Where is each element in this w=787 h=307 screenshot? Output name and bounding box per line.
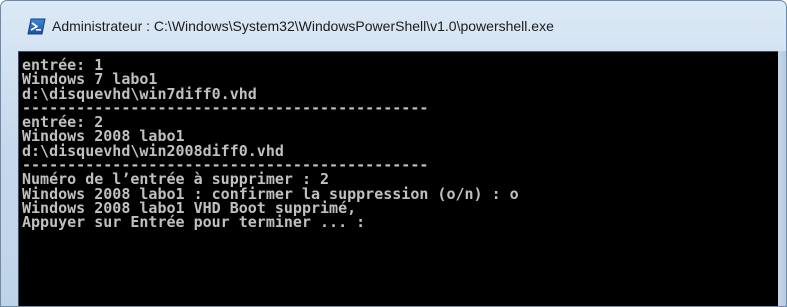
window-right-edge bbox=[778, 51, 786, 306]
powershell-icon[interactable] bbox=[27, 18, 46, 35]
title-bar[interactable]: Administrateur : C:\Windows\System32\Win… bbox=[1, 1, 786, 51]
powershell-window: Administrateur : C:\Windows\System32\Win… bbox=[0, 0, 787, 307]
console-prompt-line: Appuyer sur Entrée pour terminer ... : bbox=[22, 213, 366, 232]
console-lines: entrée: 1 Windows 7 labo1 d:\disquevhd\w… bbox=[22, 57, 519, 232]
console-output[interactable]: entrée: 1 Windows 7 labo1 d:\disquevhd\w… bbox=[18, 51, 779, 306]
window-title: Administrateur : C:\Windows\System32\Win… bbox=[52, 18, 554, 34]
